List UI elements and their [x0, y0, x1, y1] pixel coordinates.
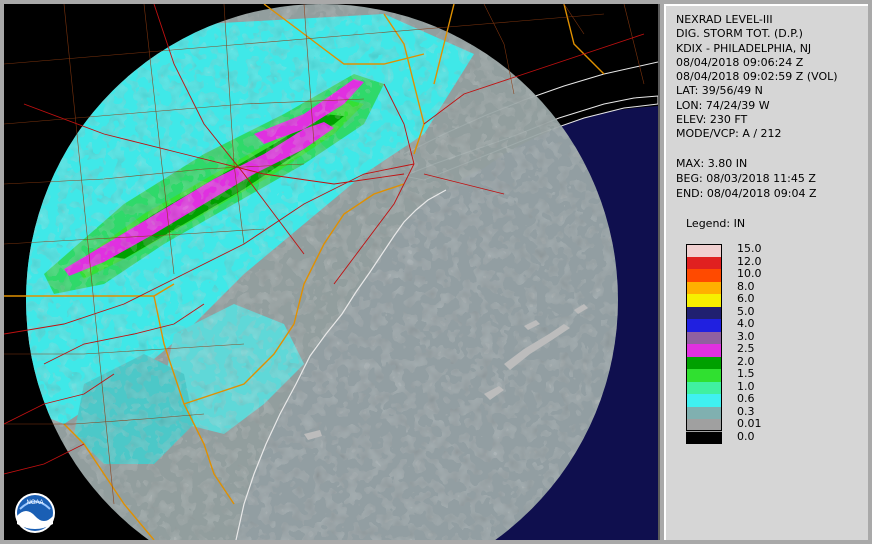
- legend-label: 3.0: [737, 329, 755, 343]
- legend-label: 4.0: [737, 317, 755, 330]
- legend-title: Legend: IN: [686, 217, 746, 230]
- legend-swatch: [686, 406, 722, 419]
- legend-row: 1.0: [686, 379, 836, 394]
- legend-label: 2.0: [737, 354, 755, 368]
- legend-swatch: [686, 381, 722, 394]
- legend-label: 0.6: [737, 392, 755, 405]
- legend-swatch: [686, 356, 722, 369]
- legend-swatch: [686, 394, 722, 407]
- legend-swatch: [686, 319, 722, 332]
- legend-swatch: [686, 244, 722, 257]
- window-frame: NOAA NEXRAD LEVEL-III DIG. STORM TOT. (D…: [0, 0, 872, 544]
- legend-swatch: [686, 306, 722, 319]
- legend-swatch: [686, 294, 722, 307]
- legend-row: 6.0: [686, 292, 836, 307]
- product-info: NEXRAD LEVEL-III DIG. STORM TOT. (D.P.) …: [676, 13, 838, 142]
- legend-swatch: [686, 431, 722, 444]
- legend-label: 0.0: [737, 429, 755, 443]
- legend-row: 5.0: [686, 304, 836, 319]
- legend-swatch: [686, 256, 722, 269]
- legend-row: 1.5: [686, 367, 836, 382]
- legend-label: 8.0: [737, 279, 755, 293]
- legend-swatch: [686, 281, 722, 294]
- volume-time: 08/04/2018 09:02:59 Z (VOL): [676, 70, 838, 84]
- noaa-logo-text: NOAA: [26, 500, 43, 506]
- longitude: LON: 74/24/39 W: [676, 98, 770, 112]
- elevation: ELEV: 230 FT: [676, 113, 748, 127]
- legend-row: 2.5: [686, 342, 836, 357]
- legend-row: 0.0: [686, 429, 836, 444]
- legend-row: 10.0: [686, 267, 836, 282]
- legend-row: 8.0: [686, 279, 836, 294]
- station-name: KDIX - PHILADELPHIA, NJ: [676, 41, 812, 55]
- latitude: LAT: 39/56/49 N: [676, 84, 763, 98]
- legend-label: 1.5: [737, 367, 755, 380]
- legend-label: 1.0: [737, 379, 755, 393]
- legend-label: 12.0: [737, 254, 762, 268]
- begin-time: BEG: 08/03/2018 11:45 Z: [676, 172, 816, 185]
- legend-row: 3.0: [686, 329, 836, 344]
- legend-swatch: [686, 419, 722, 432]
- legend-swatch: [686, 369, 722, 382]
- legend-label: 0.01: [737, 417, 762, 430]
- legend: 15.0 12.0 10.0 8.0 6.0 5.0 4.0 3.0 2.5 2.0 1.5 1.0 0…: [686, 242, 836, 444]
- product-type: DIG. STORM TOT. (D.P.): [676, 27, 803, 41]
- legend-row: 0.01: [686, 417, 836, 432]
- legend-label: 0.3: [737, 404, 755, 418]
- legend-swatch: [686, 269, 722, 282]
- product-time: 08/04/2018 09:06:24 Z: [676, 55, 804, 69]
- legend-label: 2.5: [737, 342, 755, 355]
- legend-label: 6.0: [737, 292, 755, 305]
- radar-map-svg: NOAA: [4, 4, 658, 540]
- legend-label: 5.0: [737, 304, 755, 318]
- product-name: NEXRAD LEVEL-III: [676, 13, 773, 26]
- legend-row: 2.0: [686, 354, 836, 369]
- mode-vcp: MODE/VCP: A / 212: [676, 127, 782, 141]
- storm-stats: MAX: 3.80 IN BEG: 08/03/2018 11:45 Z END…: [676, 156, 816, 201]
- radar-map[interactable]: NOAA: [4, 4, 660, 540]
- legend-label: 15.0: [737, 242, 762, 255]
- legend-label: 10.0: [737, 267, 762, 280]
- end-time: END: 08/04/2018 09:04 Z: [676, 187, 817, 200]
- legend-swatch: [686, 331, 722, 344]
- legend-row: 4.0: [686, 317, 836, 332]
- noaa-logo-icon: NOAA: [15, 493, 55, 533]
- legend-swatch: [686, 344, 722, 357]
- info-panel: NEXRAD LEVEL-III DIG. STORM TOT. (D.P.) …: [664, 4, 868, 540]
- max-value: MAX: 3.80 IN: [676, 157, 748, 170]
- legend-row: 0.6: [686, 392, 836, 407]
